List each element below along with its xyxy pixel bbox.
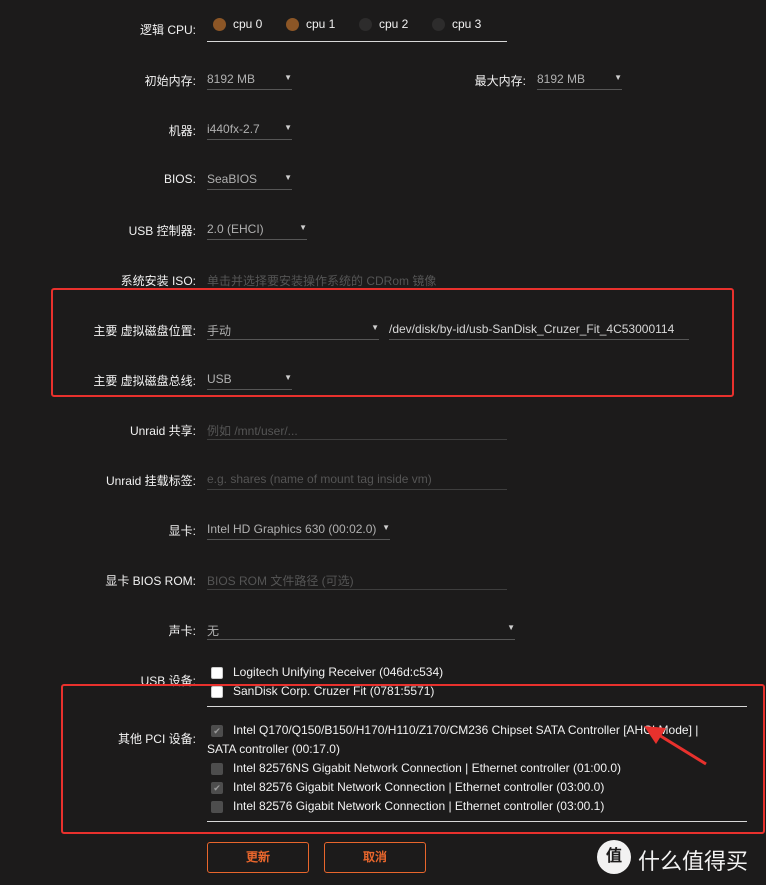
dropdown-arrow-icon: ▼	[382, 523, 390, 532]
cpu-unselected-dot-icon	[359, 17, 372, 31]
pci-device-checkbox[interactable]	[211, 801, 223, 813]
os-install-iso-input[interactable]: 单击并选择要安装操作系统的 CDRom 镜像	[207, 270, 507, 290]
pci-device-label: Intel 82576 Gigabit Network Connection |…	[233, 799, 605, 813]
cpu-1-toggle[interactable]: cpu 1	[286, 17, 335, 31]
cpu-unselected-dot-icon	[432, 17, 445, 31]
dropdown-arrow-icon: ▼	[371, 323, 379, 332]
dropdown-arrow-icon: ▼	[284, 123, 292, 132]
cpu-label: cpu 3	[452, 17, 482, 31]
cpu-label: cpu 1	[306, 17, 336, 31]
sound-card-select[interactable]: 无 ▼	[207, 620, 515, 640]
pci-device-label: Intel 82576 Gigabit Network Connection |…	[233, 780, 605, 794]
pci-device-checkbox[interactable]	[211, 763, 223, 775]
graphics-card-label: 显卡	[169, 522, 196, 539]
cpu-2-toggle[interactable]: cpu 2	[359, 17, 408, 31]
pci-divider	[207, 821, 747, 822]
vdisk-path-input[interactable]: /dev/disk/by-id/usb-SanDisk_Cruzer_Fit_4…	[389, 320, 689, 340]
sound-card-label: 声卡	[169, 622, 196, 639]
machine-label: 机器	[169, 122, 196, 139]
usb-controller-select[interactable]: 2.0 (EHCI) ▼	[207, 220, 307, 240]
cpu-label: cpu 0	[233, 17, 263, 31]
os-install-iso-label: 系统安装 ISO	[121, 272, 196, 289]
pci-device-label: Intel 82576NS Gigabit Network Connection…	[233, 761, 621, 775]
pci-device-label-continued: SATA controller (00:17.0)	[207, 742, 340, 756]
pci-device-checkbox[interactable]: ✔	[211, 725, 223, 737]
update-button[interactable]: 更新	[207, 842, 309, 873]
dropdown-arrow-icon: ▼	[614, 73, 622, 82]
pci-device-checkbox[interactable]: ✔	[211, 782, 223, 794]
usb-device-label: Logitech Unifying Receiver (046d:c534)	[233, 665, 444, 679]
dropdown-arrow-icon: ▼	[299, 223, 307, 232]
cpu-selected-dot-icon	[286, 17, 299, 31]
watermark-text: 什么值得买	[638, 849, 749, 874]
bios-select[interactable]: SeaBIOS ▼	[207, 170, 292, 190]
logical-cpu-label: 逻辑 CPU	[140, 21, 196, 38]
unraid-share-input[interactable]: 例如 /mnt/user/...	[207, 420, 507, 440]
machine-select[interactable]: i440fx-2.7 ▼	[207, 120, 292, 140]
graphics-card-select[interactable]: Intel HD Graphics 630 (00:02.0) ▼	[207, 520, 390, 540]
dropdown-arrow-icon: ▼	[507, 623, 515, 632]
graphics-bios-rom-label: 显卡 BIOS ROM	[105, 572, 196, 589]
unraid-mount-tag-label: Unraid 挂载标签	[106, 472, 196, 489]
annotation-arrow-icon	[644, 726, 707, 766]
graphics-bios-rom-input[interactable]: BIOS ROM 文件路径 (可选)	[207, 570, 507, 590]
dropdown-arrow-icon: ▼	[284, 173, 292, 182]
max-memory-select[interactable]: 8192 MB ▼	[537, 70, 622, 90]
checkmark-icon: ✔	[213, 783, 221, 793]
other-pci-devices-label: 其他 PCI 设备	[118, 730, 196, 747]
usb-device-checkbox[interactable]	[211, 667, 223, 679]
cpu-0-toggle[interactable]: cpu 0	[213, 17, 262, 31]
unraid-mount-tag-input[interactable]: e.g. shares (name of mount tag inside vm…	[207, 470, 507, 490]
max-memory-label: 最大内存	[475, 72, 526, 89]
vdisk-bus-select[interactable]: USB ▼	[207, 370, 292, 390]
watermark-logo-icon: 值	[597, 840, 631, 874]
primary-vdisk-location-label: 主要 虚拟磁盘位置	[93, 322, 196, 339]
primary-vdisk-bus-label: 主要 虚拟磁盘总线	[93, 372, 196, 389]
cpu-3-toggle[interactable]: cpu 3	[432, 17, 481, 31]
cancel-button[interactable]: 取消	[324, 842, 426, 873]
dropdown-arrow-icon: ▼	[284, 73, 292, 82]
vdisk-location-select[interactable]: 手动 ▼	[207, 320, 379, 340]
cpu-label: cpu 2	[379, 17, 409, 31]
dropdown-arrow-icon: ▼	[284, 373, 292, 382]
initial-memory-label: 初始内存	[145, 72, 196, 89]
initial-memory-select[interactable]: 8192 MB ▼	[207, 70, 292, 90]
unraid-share-label: Unraid 共享	[130, 422, 196, 439]
cpu-selected-dot-icon	[213, 17, 226, 31]
bios-label: BIOS	[164, 172, 196, 186]
cpu-divider	[207, 41, 507, 42]
usb-controller-label: USB 控制器	[129, 222, 196, 239]
pci-device-label: Intel Q170/Q150/B150/H170/H110/Z170/CM23…	[233, 723, 699, 737]
checkmark-icon: ✔	[213, 726, 221, 736]
